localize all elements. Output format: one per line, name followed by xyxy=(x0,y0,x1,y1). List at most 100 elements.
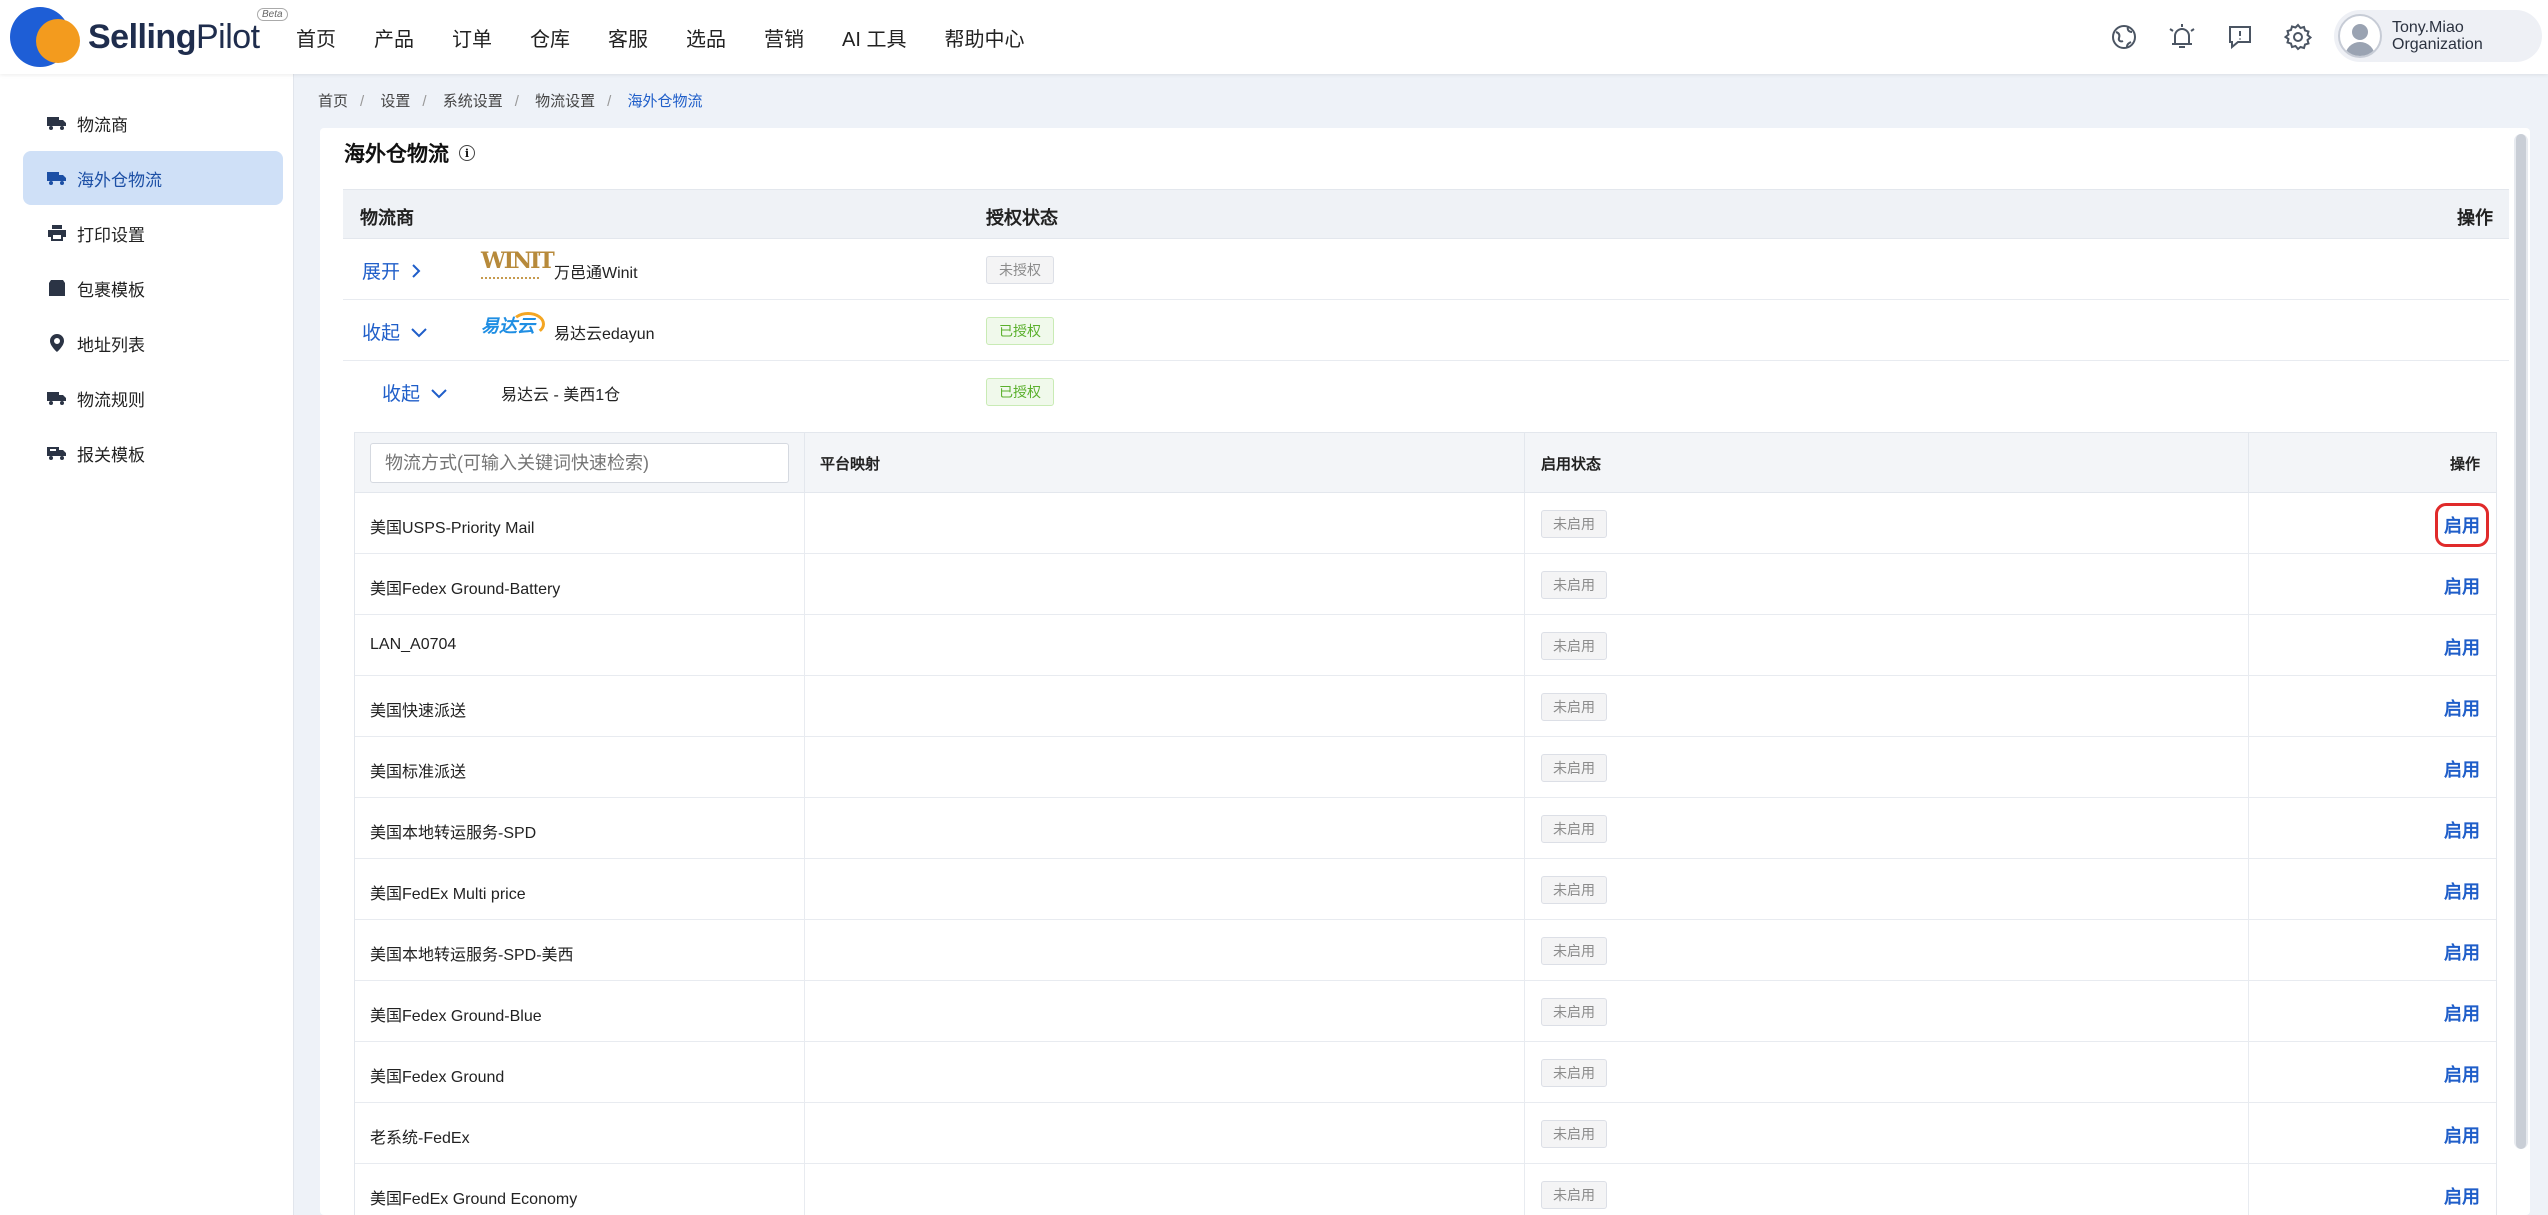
collapse-toggle[interactable]: 收起 xyxy=(382,379,448,406)
enable-button[interactable]: 启用 xyxy=(2444,756,2480,782)
enable-button[interactable]: 启用 xyxy=(2444,817,2480,843)
nav-item-marketing[interactable]: 营销 xyxy=(764,23,804,52)
method-name: LAN_A0704 xyxy=(370,636,457,653)
bell-icon[interactable] xyxy=(2163,18,2201,56)
nav-item-product-selection[interactable]: 选品 xyxy=(686,23,726,52)
expand-toggle[interactable]: 展开 xyxy=(362,257,422,284)
table-row: 美国Fedex Ground-Blue 未启用 启用 xyxy=(355,981,2496,1042)
provider-name: 易达云edayun xyxy=(554,326,655,343)
breadcrumb: 首页 / 设置 / 系统设置 / 物流设置 / 海外仓物流 xyxy=(318,93,703,110)
collapse-toggle-label: 收起 xyxy=(362,323,401,344)
sidebar-item-package-templates[interactable]: 包裹模板 xyxy=(23,261,283,315)
sidebar-item-print-settings[interactable]: 打印设置 xyxy=(23,206,283,260)
truck-rule-icon xyxy=(47,388,67,408)
method-name: 美国本地转运服务-SPD xyxy=(370,825,537,842)
sidebar-item-label: 物流商 xyxy=(77,115,128,135)
breadcrumb-logistics-settings[interactable]: 物流设置 xyxy=(535,93,595,110)
enable-button[interactable]: 启用 xyxy=(2444,695,2480,721)
status-badge: 未授权 xyxy=(986,256,1054,284)
status-badge: 未启用 xyxy=(1541,998,1607,1026)
collapse-toggle-label: 收起 xyxy=(382,384,421,405)
sidebar-item-customs-templates[interactable]: 报关模板 xyxy=(23,426,283,480)
table-row: LAN_A0704 未启用 启用 xyxy=(355,615,2496,676)
method-name: 老系统-FedEx xyxy=(370,1130,470,1147)
sidebar-item-label: 海外仓物流 xyxy=(77,170,162,190)
breadcrumb-system-settings[interactable]: 系统设置 xyxy=(443,93,503,110)
scrollbar[interactable] xyxy=(2514,134,2528,1149)
gear-icon[interactable] xyxy=(2279,18,2317,56)
enable-button[interactable]: 启用 xyxy=(2444,1183,2480,1209)
user-info: Tony.Miao Organization xyxy=(2392,19,2483,53)
table-row: 老系统-FedEx 未启用 启用 xyxy=(355,1103,2496,1164)
status-badge: 未启用 xyxy=(1541,876,1607,904)
breadcrumb-home[interactable]: 首页 xyxy=(318,93,348,110)
package-icon xyxy=(47,278,67,298)
status-badge: 未启用 xyxy=(1541,1181,1607,1209)
chevron-right-icon xyxy=(412,263,421,278)
method-name: 美国FedEx Ground Economy xyxy=(370,1191,578,1208)
nav-item-warehouse[interactable]: 仓库 xyxy=(530,23,570,52)
status-badge: 未启用 xyxy=(1541,1120,1607,1148)
sidebar-item-logistics-providers[interactable]: 物流商 xyxy=(23,96,283,150)
globe-icon[interactable] xyxy=(2105,18,2143,56)
col-operations: 操作 xyxy=(2457,208,2493,228)
search-input[interactable] xyxy=(370,443,789,483)
main-nav: 首页 产品 订单 仓库 客服 选品 营销 AI 工具 帮助中心 xyxy=(296,0,1062,74)
enable-button[interactable]: 启用 xyxy=(2444,878,2480,904)
shipping-methods-table: 平台映射 启用状态 操作 美国USPS-Priority Mail未启用启用美国… xyxy=(354,432,2497,1215)
location-pin-icon xyxy=(47,333,67,353)
enable-button[interactable]: 启用 xyxy=(2444,939,2480,965)
logo[interactable]: SellingPilot xyxy=(10,5,260,69)
message-icon[interactable] xyxy=(2221,18,2259,56)
enable-button[interactable]: 启用 xyxy=(2444,1122,2480,1148)
chevron-down-icon xyxy=(411,327,427,337)
enable-button[interactable]: 启用 xyxy=(2435,503,2489,547)
enable-button[interactable]: 启用 xyxy=(2444,1061,2480,1087)
chevron-down-icon xyxy=(431,388,447,398)
table-row: 美国FedEx Multi price 未启用 启用 xyxy=(355,859,2496,920)
table-row: 美国本地转运服务-SPD 未启用 启用 xyxy=(355,798,2496,859)
collapse-toggle[interactable]: 收起 xyxy=(362,318,428,345)
status-badge: 未启用 xyxy=(1541,754,1607,782)
breadcrumb-current: 海外仓物流 xyxy=(627,93,703,110)
winit-logo: WINIT xyxy=(481,249,555,285)
status-badge: 已授权 xyxy=(986,317,1054,345)
providers-table-header: 物流商 授权状态 操作 xyxy=(343,189,2509,239)
header-icons xyxy=(2105,18,2337,56)
enable-button[interactable]: 启用 xyxy=(2444,1000,2480,1026)
nav-item-help-center[interactable]: 帮助中心 xyxy=(944,23,1024,52)
enable-button[interactable]: 启用 xyxy=(2444,573,2480,599)
col-enabled-status: 启用状态 xyxy=(1541,456,1602,473)
page-title-text: 海外仓物流 xyxy=(344,143,449,166)
edayun-logo: 易达云 xyxy=(481,312,547,344)
sidebar-item-logistics-rules[interactable]: 物流规则 xyxy=(23,371,283,425)
printer-icon xyxy=(47,223,67,243)
status-badge: 未启用 xyxy=(1541,815,1607,843)
nav-item-home[interactable]: 首页 xyxy=(296,23,336,52)
user-menu[interactable]: Tony.Miao Organization xyxy=(2334,10,2542,62)
method-name: 美国FedEx Multi price xyxy=(370,886,526,903)
nav-item-orders[interactable]: 订单 xyxy=(452,23,492,52)
customs-icon xyxy=(47,443,67,463)
status-badge: 未启用 xyxy=(1541,693,1607,721)
status-badge: 已授权 xyxy=(986,378,1054,406)
col-auth-status: 授权状态 xyxy=(986,208,1058,228)
sidebar-item-label: 物流规则 xyxy=(77,390,145,410)
nav-item-ai-tools[interactable]: AI 工具 xyxy=(842,23,906,52)
provider-row-edayun: 收起 易达云 易达云edayun 已授权 xyxy=(343,300,2509,361)
method-name: 美国快速派送 xyxy=(370,703,467,720)
sidebar-item-address-list[interactable]: 地址列表 xyxy=(23,316,283,370)
truck-icon xyxy=(47,113,67,133)
table-row: 美国快速派送 未启用 启用 xyxy=(355,676,2496,737)
provider-row-winit: 展开 WINIT 万邑通Winit 未授权 xyxy=(343,239,2509,300)
page-title: 海外仓物流 i xyxy=(344,138,475,168)
nav-item-customer-service[interactable]: 客服 xyxy=(608,23,648,52)
info-icon[interactable]: i xyxy=(459,145,475,161)
status-badge: 未启用 xyxy=(1541,571,1607,599)
sidebar-item-label: 打印设置 xyxy=(77,225,145,245)
nav-item-products[interactable]: 产品 xyxy=(374,23,414,52)
beta-badge: Beta xyxy=(257,8,288,21)
breadcrumb-settings[interactable]: 设置 xyxy=(380,93,410,110)
sidebar-item-overseas-warehouse-logistics[interactable]: 海外仓物流 xyxy=(23,151,283,205)
enable-button[interactable]: 启用 xyxy=(2444,634,2480,660)
